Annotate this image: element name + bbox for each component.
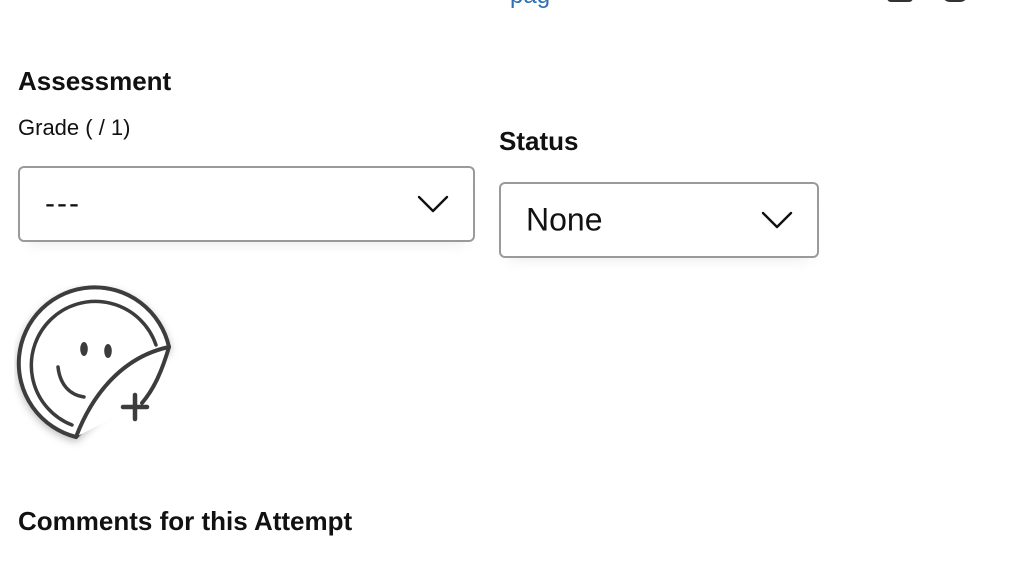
top-link[interactable]: pag xyxy=(510,0,550,10)
status-select[interactable]: None xyxy=(499,182,819,258)
assessment-panel: pag Assessment Grade ( / 1) --- Status N… xyxy=(0,0,1024,586)
chevron-down-icon xyxy=(417,195,449,213)
add-sticker-icon[interactable] xyxy=(14,285,179,450)
top-toolbar-icon[interactable] xyxy=(887,0,913,2)
status-heading: Status xyxy=(499,126,579,156)
grade-select-value: --- xyxy=(45,187,81,220)
grade-label: Grade ( / 1) xyxy=(18,115,131,140)
top-toolbar-icon[interactable] xyxy=(942,0,968,2)
grade-select[interactable]: --- xyxy=(18,166,475,242)
assessment-heading: Assessment xyxy=(18,66,172,96)
comments-heading: Comments for this Attempt xyxy=(18,506,353,536)
status-select-value: None xyxy=(526,201,603,238)
chevron-down-icon xyxy=(761,211,793,229)
